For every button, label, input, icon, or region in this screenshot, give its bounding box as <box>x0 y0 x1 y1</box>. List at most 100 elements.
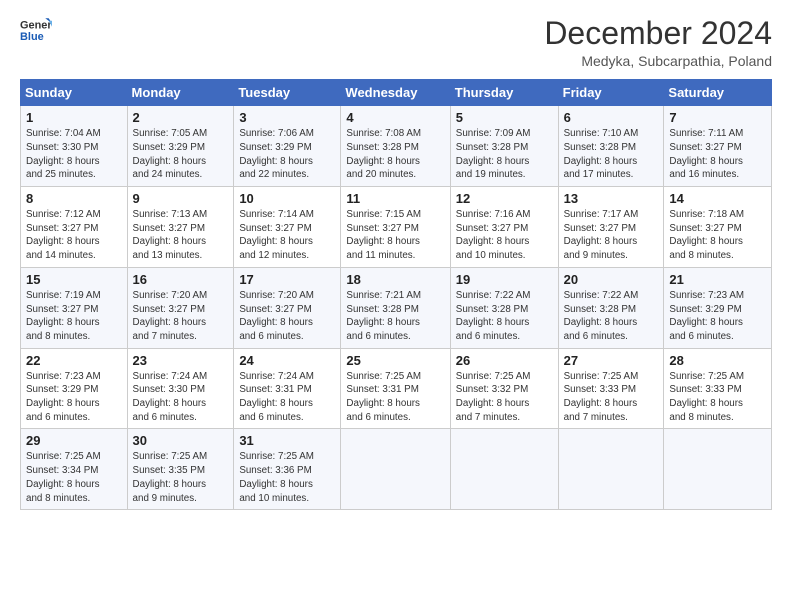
calendar-day-header: Friday <box>558 80 664 106</box>
calendar-day-header: Sunday <box>21 80 128 106</box>
day-info: Sunrise: 7:24 AM Sunset: 3:31 PM Dayligh… <box>239 370 335 425</box>
calendar-cell: 1 Sunrise: 7:04 AM Sunset: 3:30 PM Daylig… <box>21 106 128 187</box>
day-number: 26 <box>456 353 553 368</box>
title-block: December 2024 Medyka, Subcarpathia, Pola… <box>544 16 772 69</box>
day-info: Sunrise: 7:22 AM Sunset: 3:28 PM Dayligh… <box>564 289 659 344</box>
day-number: 31 <box>239 433 335 448</box>
day-number: 19 <box>456 272 553 287</box>
svg-text:Blue: Blue <box>20 31 44 43</box>
calendar-day-header: Monday <box>127 80 234 106</box>
calendar-day-header: Thursday <box>450 80 558 106</box>
calendar-cell: 21 Sunrise: 7:23 AM Sunset: 3:29 PM Dayli… <box>664 267 772 348</box>
calendar-cell: 12 Sunrise: 7:16 AM Sunset: 3:27 PM Dayli… <box>450 187 558 268</box>
day-number: 18 <box>346 272 444 287</box>
calendar-cell: 19 Sunrise: 7:22 AM Sunset: 3:28 PM Dayli… <box>450 267 558 348</box>
calendar-cell: 7 Sunrise: 7:11 AM Sunset: 3:27 PM Daylig… <box>664 106 772 187</box>
day-info: Sunrise: 7:09 AM Sunset: 3:28 PM Dayligh… <box>456 127 553 182</box>
page: General Blue December 2024 Medyka, Subca… <box>0 0 792 612</box>
day-info: Sunrise: 7:22 AM Sunset: 3:28 PM Dayligh… <box>456 289 553 344</box>
day-number: 22 <box>26 353 122 368</box>
calendar-body: 1 Sunrise: 7:04 AM Sunset: 3:30 PM Daylig… <box>21 106 772 510</box>
calendar-cell: 10 Sunrise: 7:14 AM Sunset: 3:27 PM Dayli… <box>234 187 341 268</box>
day-info: Sunrise: 7:04 AM Sunset: 3:30 PM Dayligh… <box>26 127 122 182</box>
day-number: 8 <box>26 191 122 206</box>
day-number: 21 <box>669 272 766 287</box>
day-number: 2 <box>133 110 229 125</box>
calendar-cell: 18 Sunrise: 7:21 AM Sunset: 3:28 PM Dayli… <box>341 267 450 348</box>
calendar-cell: 27 Sunrise: 7:25 AM Sunset: 3:33 PM Dayli… <box>558 348 664 429</box>
day-number: 23 <box>133 353 229 368</box>
calendar-cell: 22 Sunrise: 7:23 AM Sunset: 3:29 PM Dayli… <box>21 348 128 429</box>
header: General Blue December 2024 Medyka, Subca… <box>20 16 772 69</box>
calendar-cell: 3Sunrise: 7:06 AM Sunset: 3:29 PM Daylig… <box>234 106 341 187</box>
day-info: Sunrise: 7:23 AM Sunset: 3:29 PM Dayligh… <box>26 370 122 425</box>
day-info: Sunrise: 7:25 AM Sunset: 3:31 PM Dayligh… <box>346 370 444 425</box>
calendar-cell: 11Sunrise: 7:15 AM Sunset: 3:27 PM Dayli… <box>341 187 450 268</box>
day-number: 15 <box>26 272 122 287</box>
day-info: Sunrise: 7:08 AM Sunset: 3:28 PM Dayligh… <box>346 127 444 182</box>
calendar-cell: 6 Sunrise: 7:10 AM Sunset: 3:28 PM Daylig… <box>558 106 664 187</box>
calendar-cell: 5Sunrise: 7:09 AM Sunset: 3:28 PM Daylig… <box>450 106 558 187</box>
calendar-day-header: Wednesday <box>341 80 450 106</box>
day-info: Sunrise: 7:23 AM Sunset: 3:29 PM Dayligh… <box>669 289 766 344</box>
day-info: Sunrise: 7:25 AM Sunset: 3:32 PM Dayligh… <box>456 370 553 425</box>
day-info: Sunrise: 7:10 AM Sunset: 3:28 PM Dayligh… <box>564 127 659 182</box>
calendar-cell: 28 Sunrise: 7:25 AM Sunset: 3:33 PM Dayli… <box>664 348 772 429</box>
day-info: Sunrise: 7:25 AM Sunset: 3:36 PM Dayligh… <box>239 450 335 505</box>
calendar-cell: 20 Sunrise: 7:22 AM Sunset: 3:28 PM Dayli… <box>558 267 664 348</box>
day-info: Sunrise: 7:05 AM Sunset: 3:29 PM Dayligh… <box>133 127 229 182</box>
day-number: 30 <box>133 433 229 448</box>
calendar-cell: 26 Sunrise: 7:25 AM Sunset: 3:32 PM Dayli… <box>450 348 558 429</box>
calendar-cell: 25Sunrise: 7:25 AM Sunset: 3:31 PM Dayli… <box>341 348 450 429</box>
calendar-day-header: Saturday <box>664 80 772 106</box>
day-number: 28 <box>669 353 766 368</box>
day-number: 4 <box>346 110 444 125</box>
calendar-cell: 8 Sunrise: 7:12 AM Sunset: 3:27 PM Daylig… <box>21 187 128 268</box>
day-info: Sunrise: 7:12 AM Sunset: 3:27 PM Dayligh… <box>26 208 122 263</box>
day-number: 27 <box>564 353 659 368</box>
calendar-week-row: 1 Sunrise: 7:04 AM Sunset: 3:30 PM Daylig… <box>21 106 772 187</box>
calendar-cell <box>664 429 772 510</box>
day-info: Sunrise: 7:13 AM Sunset: 3:27 PM Dayligh… <box>133 208 229 263</box>
day-info: Sunrise: 7:18 AM Sunset: 3:27 PM Dayligh… <box>669 208 766 263</box>
calendar-cell: 16 Sunrise: 7:20 AM Sunset: 3:27 PM Dayli… <box>127 267 234 348</box>
calendar-day-header: Tuesday <box>234 80 341 106</box>
day-info: Sunrise: 7:14 AM Sunset: 3:27 PM Dayligh… <box>239 208 335 263</box>
day-info: Sunrise: 7:21 AM Sunset: 3:28 PM Dayligh… <box>346 289 444 344</box>
day-number: 11 <box>346 191 444 206</box>
day-number: 12 <box>456 191 553 206</box>
day-number: 13 <box>564 191 659 206</box>
day-number: 14 <box>669 191 766 206</box>
month-title: December 2024 <box>544 16 772 51</box>
calendar-table: SundayMondayTuesdayWednesdayThursdayFrid… <box>20 79 772 510</box>
calendar-cell: 24Sunrise: 7:24 AM Sunset: 3:31 PM Dayli… <box>234 348 341 429</box>
day-info: Sunrise: 7:20 AM Sunset: 3:27 PM Dayligh… <box>239 289 335 344</box>
day-info: Sunrise: 7:11 AM Sunset: 3:27 PM Dayligh… <box>669 127 766 182</box>
day-info: Sunrise: 7:17 AM Sunset: 3:27 PM Dayligh… <box>564 208 659 263</box>
day-info: Sunrise: 7:20 AM Sunset: 3:27 PM Dayligh… <box>133 289 229 344</box>
calendar-cell: 4 Sunrise: 7:08 AM Sunset: 3:28 PM Daylig… <box>341 106 450 187</box>
calendar-cell: 29Sunrise: 7:25 AM Sunset: 3:34 PM Dayli… <box>21 429 128 510</box>
day-info: Sunrise: 7:25 AM Sunset: 3:35 PM Dayligh… <box>133 450 229 505</box>
day-number: 6 <box>564 110 659 125</box>
calendar-week-row: 29Sunrise: 7:25 AM Sunset: 3:34 PM Dayli… <box>21 429 772 510</box>
calendar-cell: 2 Sunrise: 7:05 AM Sunset: 3:29 PM Daylig… <box>127 106 234 187</box>
day-info: Sunrise: 7:16 AM Sunset: 3:27 PM Dayligh… <box>456 208 553 263</box>
day-number: 20 <box>564 272 659 287</box>
day-number: 1 <box>26 110 122 125</box>
day-number: 16 <box>133 272 229 287</box>
calendar-cell: 31 Sunrise: 7:25 AM Sunset: 3:36 PM Dayli… <box>234 429 341 510</box>
day-info: Sunrise: 7:25 AM Sunset: 3:33 PM Dayligh… <box>669 370 766 425</box>
calendar-cell: 17Sunrise: 7:20 AM Sunset: 3:27 PM Dayli… <box>234 267 341 348</box>
calendar-cell: 30 Sunrise: 7:25 AM Sunset: 3:35 PM Dayli… <box>127 429 234 510</box>
calendar-week-row: 15Sunrise: 7:19 AM Sunset: 3:27 PM Dayli… <box>21 267 772 348</box>
day-info: Sunrise: 7:06 AM Sunset: 3:29 PM Dayligh… <box>239 127 335 182</box>
calendar-cell: 15Sunrise: 7:19 AM Sunset: 3:27 PM Dayli… <box>21 267 128 348</box>
day-number: 7 <box>669 110 766 125</box>
day-info: Sunrise: 7:25 AM Sunset: 3:33 PM Dayligh… <box>564 370 659 425</box>
subtitle: Medyka, Subcarpathia, Poland <box>544 53 772 69</box>
calendar-cell: 13 Sunrise: 7:17 AM Sunset: 3:27 PM Dayli… <box>558 187 664 268</box>
day-number: 10 <box>239 191 335 206</box>
day-number: 9 <box>133 191 229 206</box>
calendar-cell: 23Sunrise: 7:24 AM Sunset: 3:30 PM Dayli… <box>127 348 234 429</box>
